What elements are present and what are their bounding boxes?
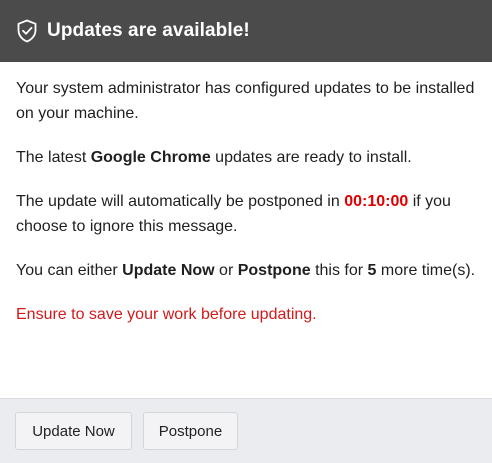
product-message-post: updates are ready to install.: [210, 149, 412, 166]
product-name: Google Chrome: [90, 149, 211, 166]
options-postpone: Postpone: [237, 262, 311, 279]
admin-message: Your system administrator has configured…: [16, 76, 476, 126]
product-message: The latest Google Chrome updates are rea…: [16, 145, 476, 170]
timer-message-pre: The update will automatically be postpon…: [16, 193, 345, 210]
dialog-header: Updates are available!: [0, 0, 492, 62]
dialog-footer: Update Now Postpone: [0, 398, 492, 463]
product-message-pre: The latest: [16, 149, 91, 166]
dialog-title: Updates are available!: [47, 20, 250, 41]
shield-check-icon: [16, 18, 38, 44]
options-message-post: more time(s).: [376, 262, 476, 279]
admin-message-text: Your system administrator has configured…: [16, 80, 475, 122]
countdown-timer: 00:10:00: [344, 193, 409, 210]
update-dialog: Updates are available! Your system admin…: [0, 0, 492, 463]
postpone-button[interactable]: Postpone: [143, 412, 238, 450]
options-update-now: Update Now: [122, 262, 215, 279]
save-work-warning: Ensure to save your work before updating…: [16, 302, 476, 327]
options-message-mid: or: [214, 262, 238, 279]
dialog-body: Your system administrator has configured…: [0, 62, 492, 398]
options-message: You can either Update Now or Postpone th…: [16, 258, 476, 283]
save-work-warning-text: Ensure to save your work before updating…: [16, 306, 317, 323]
postpone-timer-message: The update will automatically be postpon…: [16, 189, 476, 239]
update-now-button[interactable]: Update Now: [15, 412, 132, 450]
options-message-mid2: this for: [310, 262, 368, 279]
options-message-pre: You can either: [16, 262, 123, 279]
